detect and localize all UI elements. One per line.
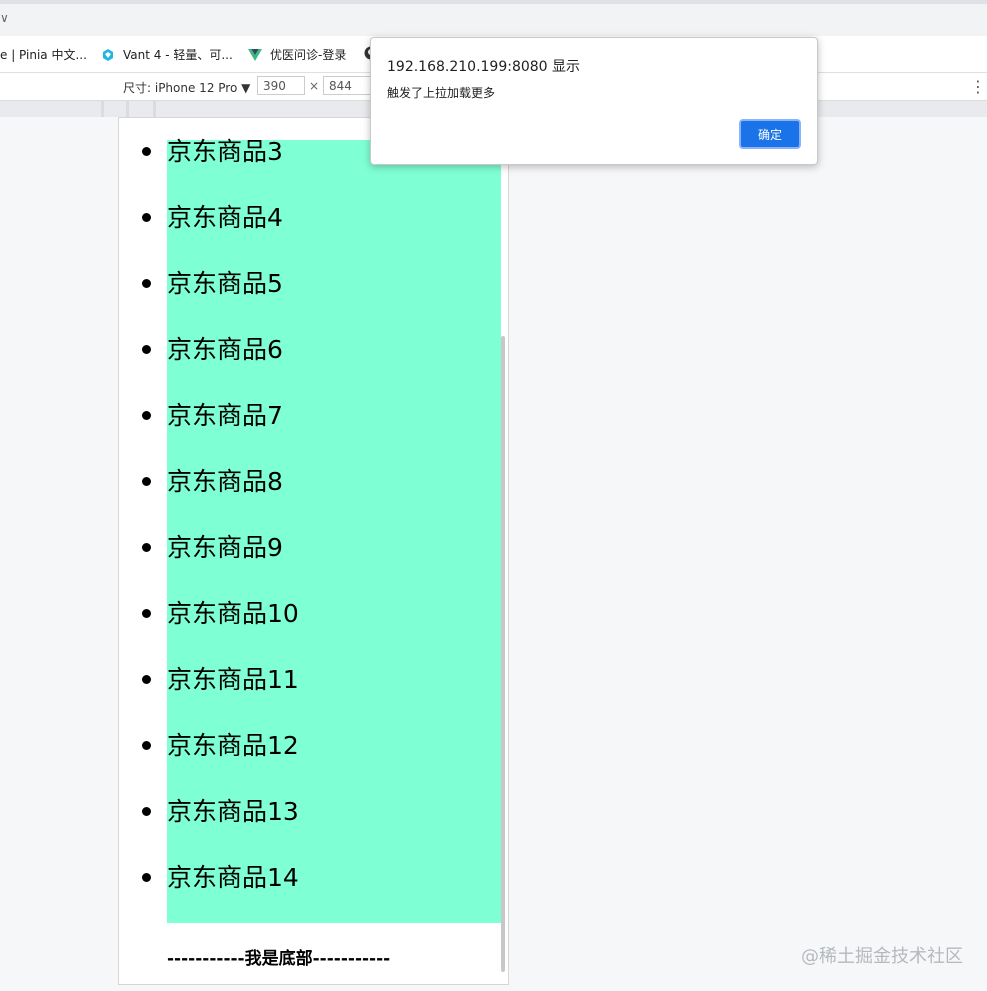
bookmark-label: 优医问诊-登录 bbox=[270, 48, 347, 62]
more-options-icon[interactable]: ⋮ bbox=[970, 77, 986, 96]
list-item: 京东商品10 bbox=[119, 594, 499, 634]
bookmark-vant[interactable]: Vant 4 - 轻量、可... bbox=[101, 46, 233, 63]
list-item: 京东商品11 bbox=[119, 660, 499, 700]
vant-logo-icon bbox=[101, 48, 115, 62]
dialog-message: 触发了上拉加载更多 bbox=[387, 86, 496, 100]
watermark: @稀土掘金技术社区 bbox=[801, 946, 963, 967]
bookmark-pinia[interactable]: e | Pinia 中文... bbox=[0, 46, 87, 63]
bullet-icon bbox=[142, 807, 151, 816]
width-input[interactable]: 390 bbox=[257, 76, 305, 95]
alert-dialog: 192.168.210.199:8080 显示 触发了上拉加载更多 确定 bbox=[370, 37, 818, 165]
bullet-icon bbox=[142, 411, 151, 420]
bullet-icon bbox=[142, 741, 151, 750]
bookmark-youyi[interactable]: 优医问诊-登录 bbox=[248, 46, 346, 63]
device-viewport[interactable]: 京东商品3 京东商品4 京东商品5 京东商品6 京东商品7 京东商品8 京东商品… bbox=[118, 117, 509, 985]
ruler-segment[interactable] bbox=[129, 101, 153, 117]
list-item: 京东商品13 bbox=[119, 792, 499, 832]
chevron-down-icon[interactable]: ∨ bbox=[0, 11, 9, 25]
bullet-icon bbox=[142, 147, 151, 156]
bullet-icon bbox=[142, 477, 151, 486]
list-item: 京东商品4 bbox=[119, 198, 499, 238]
ok-button[interactable]: 确定 bbox=[739, 119, 801, 149]
times-icon: × bbox=[309, 79, 320, 93]
list-item: 京东商品7 bbox=[119, 396, 499, 436]
height-input[interactable]: 844 bbox=[323, 76, 371, 95]
dialog-origin: 192.168.210.199:8080 显示 bbox=[387, 59, 581, 75]
bullet-icon bbox=[142, 345, 151, 354]
bullet-icon bbox=[142, 279, 151, 288]
tab-bar: ∨ bbox=[0, 4, 987, 36]
ruler-segment[interactable] bbox=[818, 101, 987, 117]
bookmark-label: e | Pinia 中文... bbox=[0, 48, 87, 62]
list-item: 京东商品5 bbox=[119, 264, 499, 304]
list-item: 京东商品6 bbox=[119, 330, 499, 370]
ruler-segment[interactable] bbox=[156, 101, 370, 117]
bullet-icon bbox=[142, 213, 151, 222]
vue-logo-icon bbox=[248, 48, 262, 62]
list-item: 京东商品8 bbox=[119, 462, 499, 502]
ruler-segment[interactable] bbox=[104, 101, 126, 117]
list-item: 京东商品9 bbox=[119, 528, 499, 568]
page-footer: -----------我是底部----------- bbox=[167, 949, 391, 969]
ruler-segment[interactable] bbox=[0, 101, 101, 117]
bullet-icon bbox=[142, 675, 151, 684]
list-item: 京东商品14 bbox=[119, 858, 499, 898]
vertical-scrollbar[interactable] bbox=[501, 336, 505, 972]
bookmark-label: Vant 4 - 轻量、可... bbox=[123, 48, 233, 62]
list-item: 京东商品12 bbox=[119, 726, 499, 766]
bullet-icon bbox=[142, 609, 151, 618]
device-select[interactable]: 尺寸: iPhone 12 Pro ▼ bbox=[123, 79, 250, 96]
bullet-icon bbox=[142, 873, 151, 882]
bullet-icon bbox=[142, 543, 151, 552]
